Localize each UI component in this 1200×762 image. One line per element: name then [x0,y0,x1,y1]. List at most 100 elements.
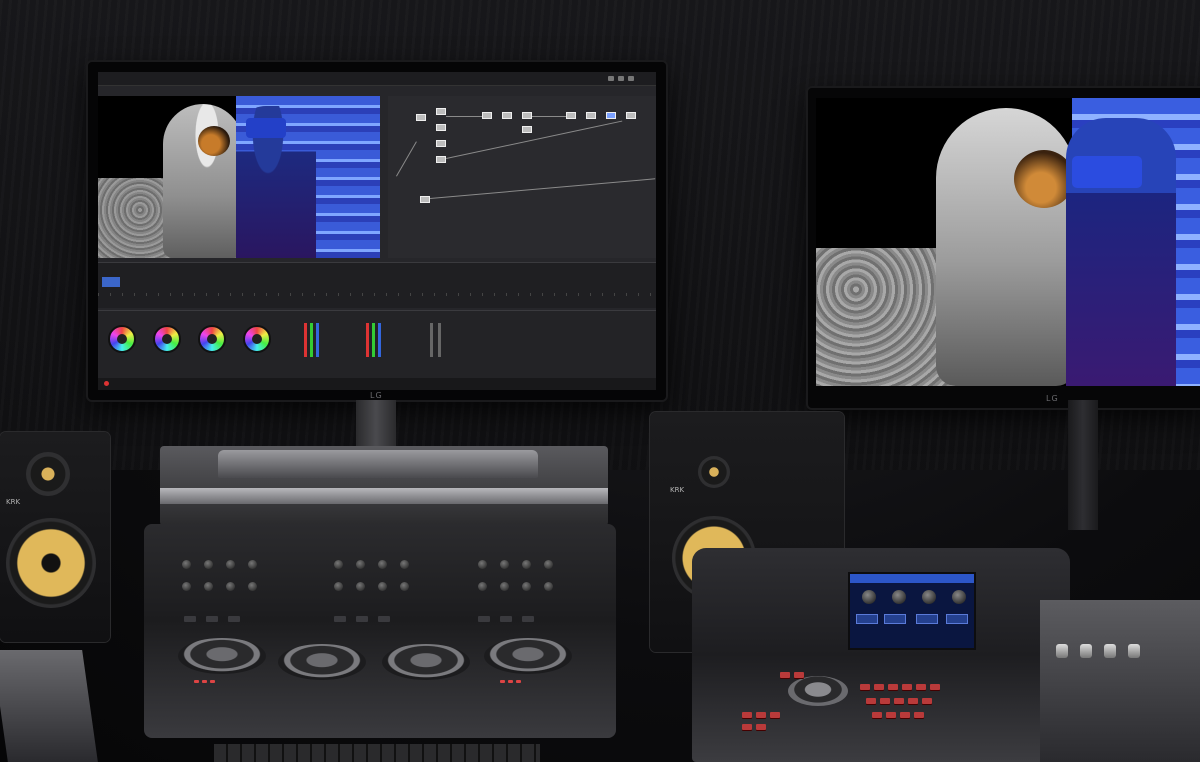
level-bar[interactable] [430,323,433,357]
mini-panel-red-key[interactable] [780,672,790,678]
panel-knob[interactable] [522,582,531,591]
graph-node[interactable] [626,112,636,119]
panel-key[interactable] [356,616,368,622]
trackball-gamma[interactable] [278,644,366,680]
graph-node-selected[interactable] [606,112,616,119]
panel-knob[interactable] [226,560,235,569]
panel-knob[interactable] [204,582,213,591]
graph-node[interactable] [416,114,426,121]
toolbar-icon[interactable] [608,76,614,81]
panel-knob[interactable] [356,560,365,569]
mini-panel-red-key[interactable] [886,712,896,718]
mini-panel-red-key[interactable] [908,698,918,704]
node-graph[interactable] [388,96,656,258]
graph-node[interactable] [436,108,446,115]
panel-knob[interactable] [478,582,487,591]
panel-knob[interactable] [522,560,531,569]
graph-node[interactable] [502,112,512,119]
panel-key[interactable] [228,616,240,622]
trackball-gain[interactable] [382,644,470,680]
trackball-lift[interactable] [178,638,266,674]
mini-panel-red-key[interactable] [860,684,870,690]
console-knob[interactable] [1128,644,1140,658]
mini-panel-red-key[interactable] [874,684,884,690]
mini-panel-red-key[interactable] [902,684,912,690]
mini-panel-red-key[interactable] [894,698,904,704]
toolbar-icon[interactable] [628,76,634,81]
mini-panel-knob[interactable] [952,590,966,604]
gamma-color-wheel[interactable] [153,325,181,353]
mini-panel-red-key[interactable] [922,698,932,704]
panel-knob[interactable] [478,560,487,569]
panel-knob[interactable] [500,582,509,591]
graph-node[interactable] [420,196,430,203]
level-bar[interactable] [438,323,441,357]
blue-curve-bar[interactable] [378,323,381,357]
red-curve-bar[interactable] [366,323,369,357]
graph-node[interactable] [436,156,446,163]
blue-curve-bar[interactable] [316,323,319,357]
lcd-softkey[interactable] [946,614,968,624]
panel-key[interactable] [334,616,346,622]
mini-panel-red-key[interactable] [756,724,766,730]
mini-panel-red-key[interactable] [872,712,882,718]
panel-knob[interactable] [400,560,409,569]
panel-knob[interactable] [544,582,553,591]
panel-knob[interactable] [182,560,191,569]
panel-key[interactable] [478,616,490,622]
mini-panel-knob[interactable] [892,590,906,604]
timeline-strip[interactable] [98,262,656,308]
mini-panel-red-key[interactable] [880,698,890,704]
video-viewer[interactable] [98,96,380,258]
panel-knob[interactable] [334,582,343,591]
mini-panel-red-key[interactable] [888,684,898,690]
panel-knob[interactable] [544,560,553,569]
trackball-offset[interactable] [484,638,572,674]
panel-knob[interactable] [226,582,235,591]
toolbar-icon[interactable] [618,76,624,81]
panel-key[interactable] [522,616,534,622]
green-curve-bar[interactable] [310,323,313,357]
panel-knob[interactable] [204,560,213,569]
lcd-softkey[interactable] [856,614,878,624]
graph-node[interactable] [586,112,596,119]
panel-key[interactable] [500,616,512,622]
mini-panel-red-key[interactable] [900,712,910,718]
mini-panel-red-key[interactable] [866,698,876,704]
graph-node[interactable] [522,112,532,119]
mini-panel-red-key[interactable] [916,684,926,690]
panel-knob[interactable] [400,582,409,591]
green-curve-bar[interactable] [372,323,375,357]
panel-knob[interactable] [378,560,387,569]
panel-knob[interactable] [378,582,387,591]
keyboard[interactable] [214,744,540,762]
mini-panel-red-key[interactable] [742,712,752,718]
panel-knob[interactable] [500,560,509,569]
lift-color-wheel[interactable] [108,325,136,353]
lcd-softkey[interactable] [916,614,938,624]
graph-node[interactable] [436,124,446,131]
mini-panel-knob[interactable] [922,590,936,604]
timeline-clip[interactable] [102,277,120,287]
console-knob[interactable] [1056,644,1068,658]
mini-panel-red-key[interactable] [742,724,752,730]
mini-panel-red-key[interactable] [756,712,766,718]
mini-panel-red-key[interactable] [770,712,780,718]
graph-node[interactable] [522,126,532,133]
panel-knob[interactable] [248,560,257,569]
graph-node[interactable] [436,140,446,147]
panel-key[interactable] [206,616,218,622]
lcd-softkey[interactable] [884,614,906,624]
panel-knob[interactable] [248,582,257,591]
mini-panel-red-key[interactable] [914,712,924,718]
gain-color-wheel[interactable] [198,325,226,353]
graph-node[interactable] [566,112,576,119]
mini-panel-red-key[interactable] [930,684,940,690]
panel-key[interactable] [184,616,196,622]
panel-knob[interactable] [182,582,191,591]
mini-panel-knob[interactable] [862,590,876,604]
panel-knob[interactable] [356,582,365,591]
mini-panel-red-key[interactable] [794,672,804,678]
console-knob[interactable] [1080,644,1092,658]
panel-knob[interactable] [334,560,343,569]
